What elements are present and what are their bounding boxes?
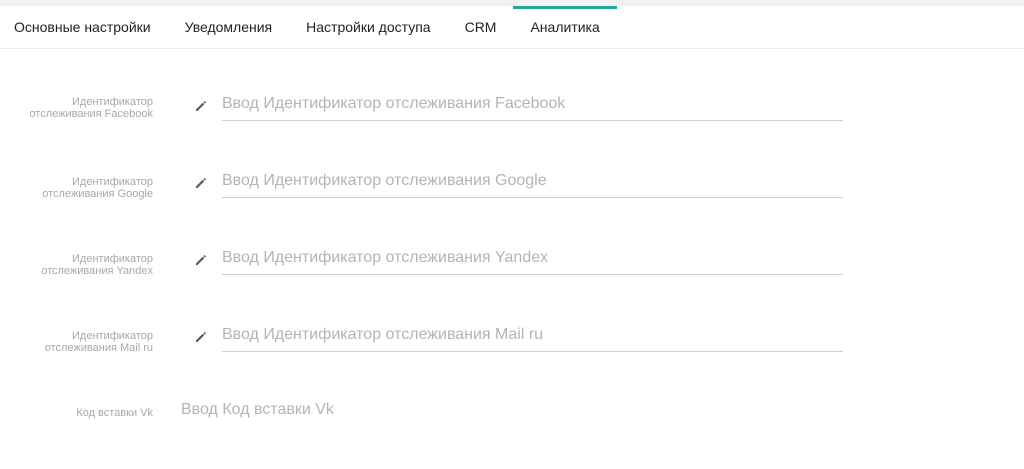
label-line-1: Идентификатор [72, 96, 153, 108]
yandex-tracking-input[interactable] [222, 242, 843, 275]
label-line-1: Идентификатор [72, 176, 153, 188]
tab-analytics[interactable]: Аналитика [513, 6, 618, 48]
facebook-tracking-input[interactable] [222, 88, 843, 121]
label-line-1: Идентификатор [72, 253, 153, 265]
facebook-tracking-row: Идентификатор отслеживания Facebook [0, 88, 1024, 132]
yandex-tracking-row: Идентификатор отслеживания Yandex [0, 242, 1024, 286]
settings-tabs: Основные настройки Уведомления Настройки… [0, 6, 1024, 49]
analytics-settings-page: Основные настройки Уведомления Настройки… [0, 0, 1024, 469]
label-line-2: отслеживания Mail ru [44, 342, 153, 354]
tab-crm[interactable]: CRM [448, 6, 514, 48]
yandex-tracking-label: Идентификатор отслеживания Yandex [0, 253, 153, 277]
label-line-2: отслеживания Yandex [41, 265, 153, 277]
pencil-icon [196, 178, 206, 188]
vk-code-label: Код вставки Vk [76, 407, 153, 419]
label-line-2: отслеживания Facebook [29, 108, 153, 120]
google-tracking-label: Идентификатор отслеживания Google [0, 176, 153, 200]
vk-code-row: Код вставки Vk [0, 396, 1024, 440]
vk-code-input[interactable] [181, 396, 802, 424]
label-line-1: Идентификатор [72, 330, 153, 342]
label-line-2: отслеживания Google [42, 188, 153, 200]
facebook-tracking-label: Идентификатор отслеживания Facebook [0, 96, 153, 120]
mailru-tracking-label: Идентификатор отслеживания Mail ru [0, 330, 153, 354]
pencil-icon [196, 101, 206, 111]
mailru-tracking-row: Идентификатор отслеживания Mail ru [0, 319, 1024, 363]
pencil-icon [196, 255, 206, 265]
tab-notifications[interactable]: Уведомления [168, 6, 290, 48]
google-tracking-input[interactable] [222, 165, 843, 198]
mailru-tracking-input[interactable] [222, 319, 843, 352]
tab-access-settings[interactable]: Настройки доступа [289, 6, 447, 48]
tab-main-settings[interactable]: Основные настройки [0, 6, 168, 48]
pencil-icon [196, 332, 206, 342]
google-tracking-row: Идентификатор отслеживания Google [0, 165, 1024, 209]
